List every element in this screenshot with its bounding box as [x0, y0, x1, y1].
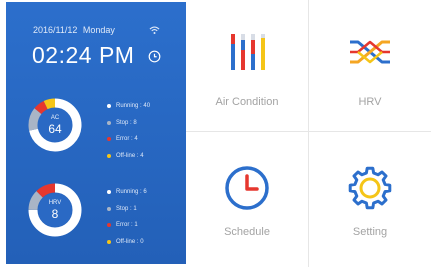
clock-icon[interactable] [148, 50, 161, 63]
legend-text: Off-line : 4 [116, 152, 144, 159]
hrv-donut-center: HRV 8 [38, 193, 72, 227]
hrv-label: HRV [48, 200, 62, 206]
status-panel: 2016/11/12 Monday 02:24 PM AC 64 Running… [6, 2, 186, 264]
legend-dot [107, 120, 111, 125]
ac-label: AC [50, 115, 60, 121]
legend-dot [107, 190, 111, 195]
weekday-text: Monday [82, 25, 115, 35]
hrv-label-text: HRV [358, 96, 382, 108]
ac-legend: Running : 40 Stop : 8 Error : 4 Off-line… [107, 98, 150, 164]
hrv-legend-error: Error : 1 [107, 217, 147, 234]
setting-label: Setting [352, 226, 388, 238]
legend-text: Off-line : 0 [116, 238, 144, 245]
ac-legend-stop: Stop : 8 [107, 115, 150, 132]
legend-dot [107, 137, 111, 142]
legend-text: Stop : 1 [116, 205, 137, 212]
air-condition-label: Air Condition [215, 96, 279, 108]
legend-dot [107, 239, 111, 244]
legend-text: Error : 1 [116, 222, 138, 229]
legend-dot [107, 104, 111, 109]
setting-gear-icon [348, 166, 392, 210]
legend-dot [107, 153, 111, 158]
schedule-label: Schedule [224, 226, 270, 238]
hrv-legend: Running : 6 Stop : 1 Error : 1 Off-line … [107, 184, 147, 250]
ac-legend-error: Error : 4 [107, 131, 150, 148]
date-text: 2016/11/12 [33, 25, 78, 35]
ac-status-donut[interactable]: AC 64 [28, 98, 82, 152]
legend-dot [107, 206, 111, 211]
main-menu-grid: Air Condition HRV Schedule Setting [186, 0, 431, 267]
legend-text: Running : 6 [116, 189, 147, 196]
hrv-legend-offline: Off-line : 0 [107, 234, 147, 251]
legend-text: Running : 40 [116, 103, 151, 110]
schedule-clock-icon [225, 166, 269, 210]
schedule-tile[interactable]: Schedule [186, 132, 308, 263]
legend-text: Stop : 8 [116, 119, 137, 126]
hrv-tile[interactable]: HRV [309, 0, 431, 131]
current-time: 02:24 PM [32, 42, 135, 68]
hrv-status-donut[interactable]: HRV 8 [28, 183, 82, 237]
legend-dot [107, 223, 111, 228]
hrv-legend-stop: Stop : 1 [107, 201, 147, 218]
legend-text: Error : 4 [116, 136, 138, 143]
ac-donut-center: AC 64 [38, 108, 72, 142]
air-condition-tile[interactable]: Air Condition [186, 0, 308, 131]
setting-tile[interactable]: Setting [309, 132, 431, 263]
home-screen: 2016/11/12 Monday 02:24 PM AC 64 Running… [0, 0, 431, 267]
hrv-icon [350, 40, 390, 64]
wifi-icon [149, 26, 160, 35]
air-condition-icon [231, 34, 265, 70]
ac-legend-offline: Off-line : 4 [107, 148, 150, 165]
hrv-legend-running: Running : 6 [107, 184, 147, 201]
ac-legend-running: Running : 40 [107, 98, 150, 115]
date-row: 2016/11/12 Monday [33, 25, 115, 35]
ac-total: 64 [48, 122, 62, 136]
hrv-total: 8 [51, 207, 59, 221]
